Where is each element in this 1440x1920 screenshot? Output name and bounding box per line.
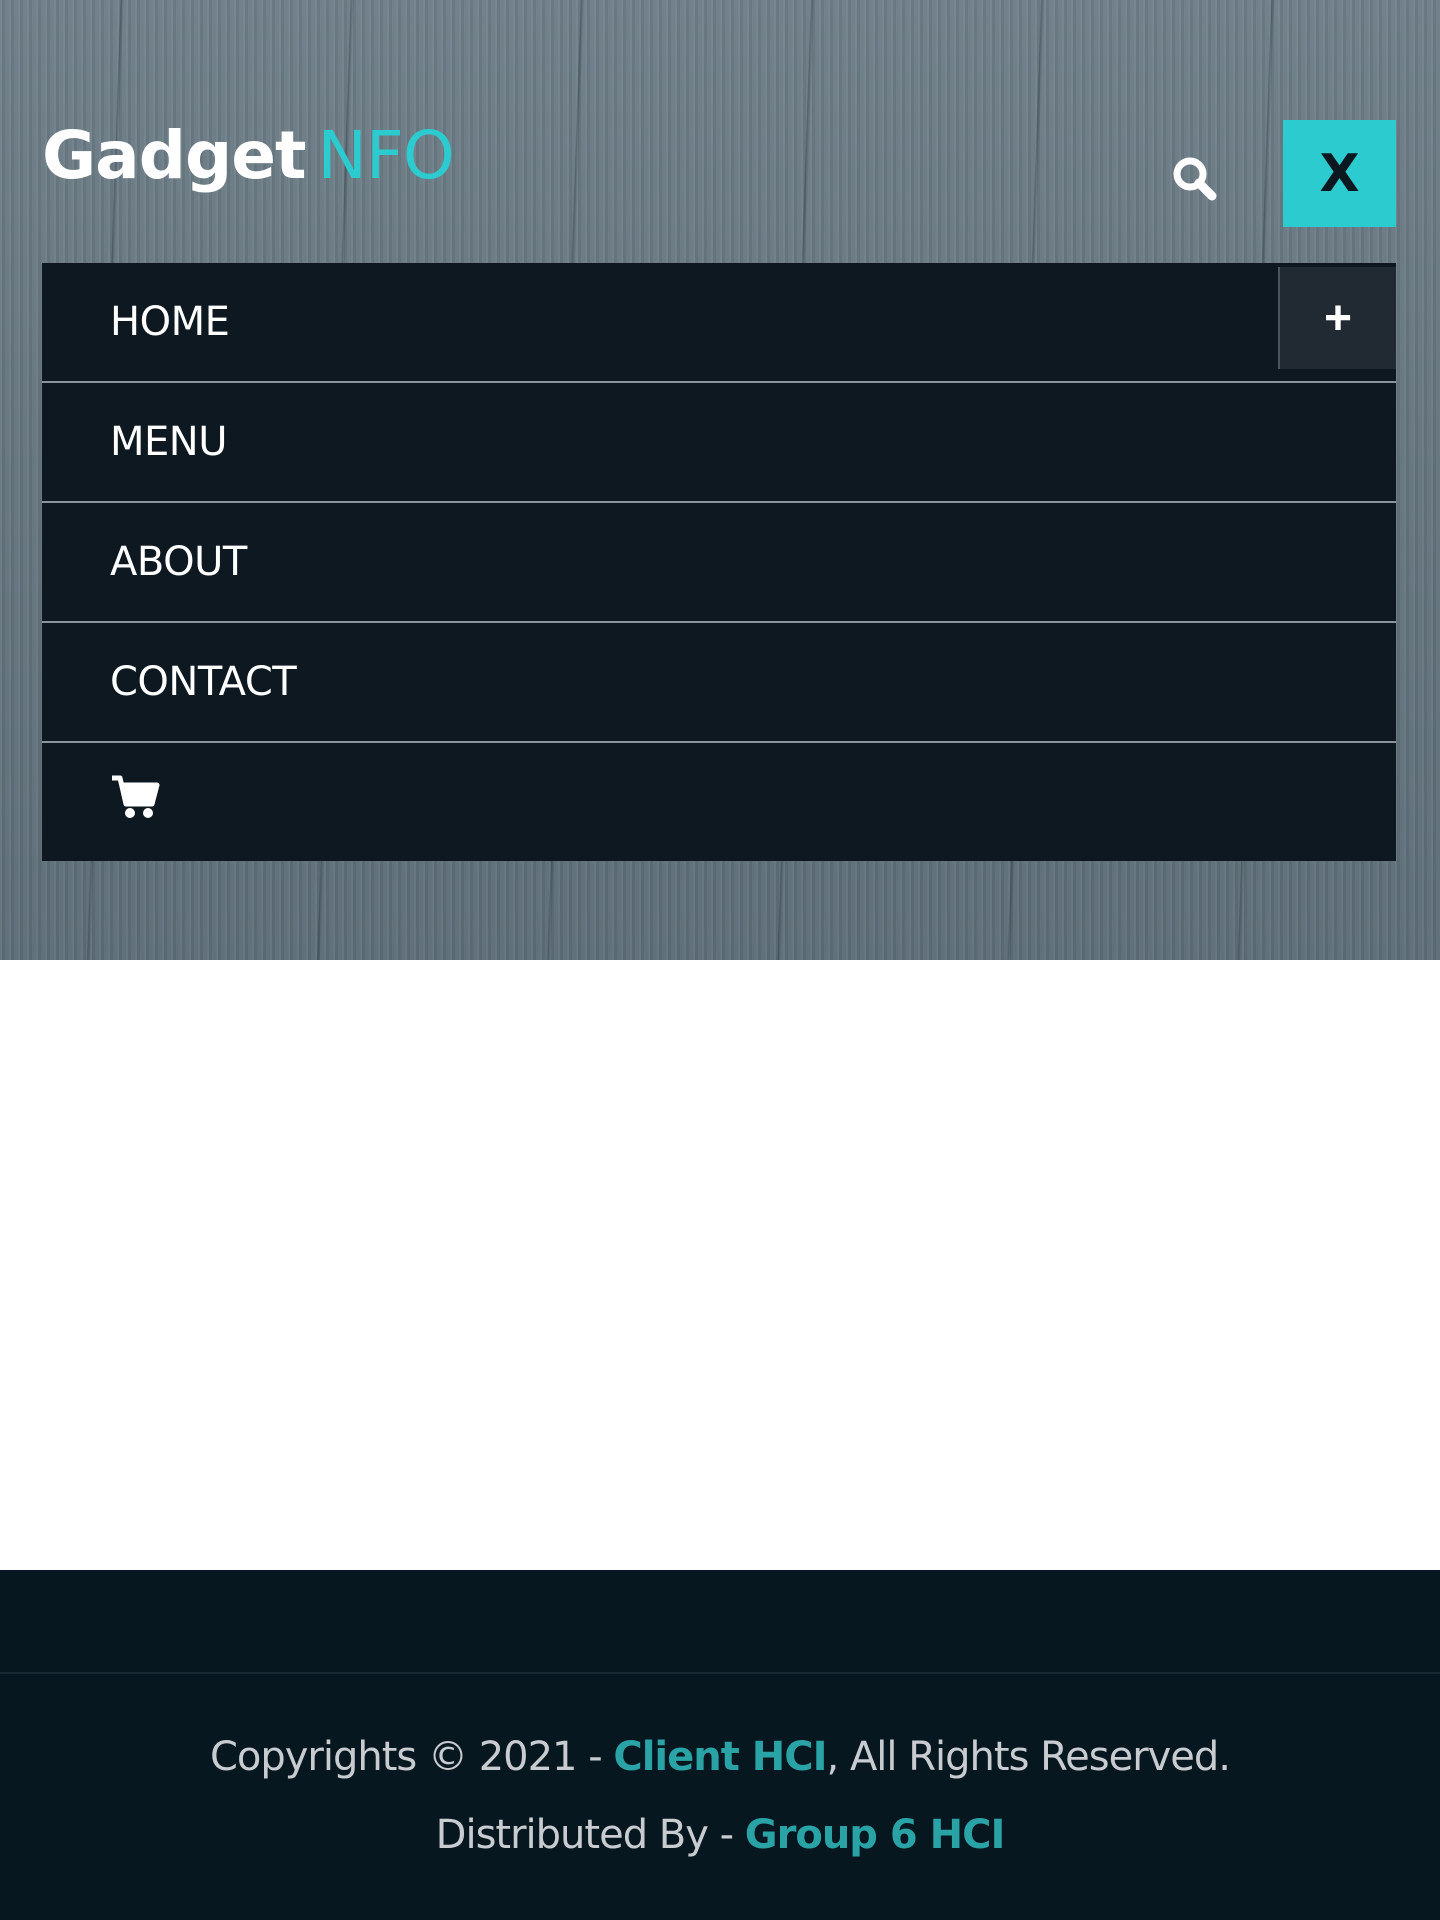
nav-item-contact[interactable]: CONTACT — [42, 623, 1396, 743]
hero-background: Gadget NFO X HOME + MENU ABOUT CONTACT — [0, 0, 1440, 960]
logo-text-gadget: Gadget — [42, 117, 307, 194]
nav-item-label: CONTACT — [110, 659, 297, 705]
nav-item-about[interactable]: ABOUT — [42, 503, 1396, 623]
close-menu-button[interactable]: X — [1283, 120, 1396, 227]
copyright-prefix: Copyrights © 2021 - — [209, 1734, 614, 1780]
nav-item-label: HOME — [110, 299, 230, 345]
site-logo[interactable]: Gadget NFO — [42, 116, 455, 196]
close-button-label: X — [1319, 143, 1360, 204]
client-hci-link[interactable]: Client HCI — [613, 1734, 827, 1780]
search-button[interactable] — [1168, 152, 1224, 208]
logo-text-nfo: NFO — [317, 117, 455, 194]
search-icon — [1173, 157, 1217, 201]
distributed-by-line: Distributed By - Group 6 HCI — [0, 1812, 1440, 1858]
nav-item-cart[interactable] — [42, 743, 1396, 861]
submenu-expand-button[interactable]: + — [1278, 267, 1396, 369]
nav-item-label: ABOUT — [110, 539, 247, 585]
nav-item-label: MENU — [110, 419, 227, 465]
copyright-line: Copyrights © 2021 - Client HCI, All Righ… — [0, 1734, 1440, 1780]
footer-divider — [0, 1672, 1440, 1674]
mobile-nav-menu: HOME + MENU ABOUT CONTACT — [42, 263, 1396, 861]
group6-hci-link[interactable]: Group 6 HCI — [745, 1812, 1006, 1858]
plus-icon: + — [1323, 291, 1353, 345]
copyright-suffix: , All Rights Reserved. — [826, 1734, 1232, 1780]
nav-item-menu[interactable]: MENU — [42, 383, 1396, 503]
nav-item-home[interactable]: HOME + — [42, 263, 1396, 383]
distributed-prefix: Distributed By - — [435, 1812, 745, 1858]
footer: Copyrights © 2021 - Client HCI, All Righ… — [0, 1570, 1440, 1920]
cart-icon — [110, 774, 160, 830]
